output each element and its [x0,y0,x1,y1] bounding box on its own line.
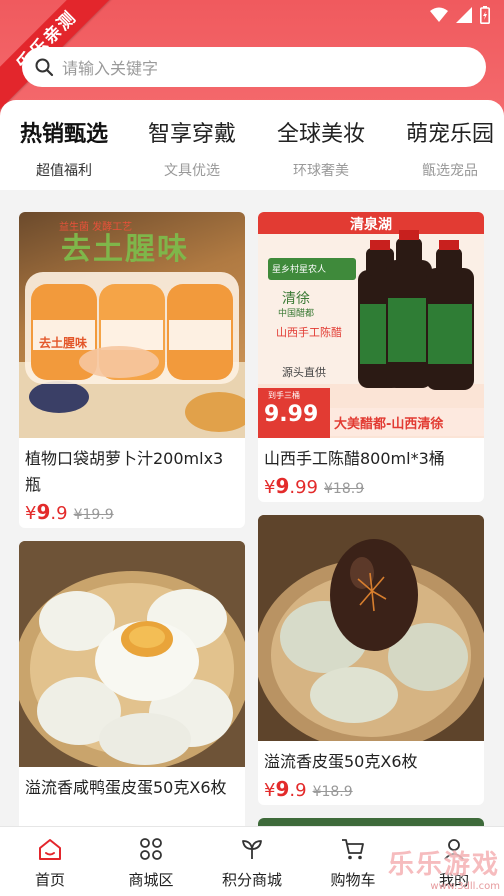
image-tag-2: 源头直供 [282,366,326,379]
current-price: ¥9.99 [264,474,319,498]
original-price: ¥18.9 [312,784,353,800]
product-name: 山西手工陈醋800ml*3桶 [264,449,445,468]
product-image: 益生菌 发酵工艺 去土腥味 去土腥味 [19,212,245,438]
wifi-icon [430,7,448,22]
sprout-icon [242,840,262,859]
category-tabs: 热销甄选 超值福利 智享穿戴 文具优选 全球美妆 环球奢美 萌宠乐园 甑选宠品 [0,100,504,190]
image-brand: 清泉湖 [350,217,392,233]
product-image: 清泉湖 星乡村星农人 清徐 中国醋都 山西手工陈醋 源头直供 到手三桶 9.99… [258,212,484,438]
bottle-label: 去土腥味 [39,336,88,350]
category-subtitle: 环球奢美 [293,163,349,179]
category-subtitle: 文具优选 [164,163,220,179]
category-subtitle: 甑选宠品 [422,163,478,179]
cart-icon [342,839,364,860]
home-icon [39,839,61,860]
tab-label: 首页 [34,871,65,889]
image-headline: 去土腥味 [61,232,189,267]
product-name: 溢流香咸鸭蛋皮蛋50克X6枚 [25,778,227,797]
category-subtitle: 超值福利 [36,163,92,179]
category-tab-beauty[interactable]: 全球美妆 环球奢美 [277,116,365,180]
current-price: ¥9.9 [25,500,68,524]
category-title: 全球美妆 [277,122,366,147]
product-price: ¥9.9 ¥19.9 [25,500,114,524]
tab-home[interactable]: 首页 [0,837,100,890]
product-card[interactable]: 溢流香皮蛋50克X6枚 ¥9.9 ¥18.9 [258,515,484,805]
product-card[interactable]: 益生菌 发酵工艺 去土腥味 去土腥味 植物口袋胡萝卜汁200mlx3瓶 ¥9.9… [19,212,245,528]
tab-label: 商城区 [128,871,174,889]
category-title: 萌宠乐园 [406,122,495,147]
badge-price: 9.99 [264,402,319,427]
grid-icon [140,838,162,860]
search-placeholder: 请输入关键字 [62,59,159,78]
tab-points-mall[interactable]: 积分商城 [202,837,302,890]
duck-egg-illustration [19,541,245,767]
category-title: 智享穿戴 [148,122,237,147]
badge-top: 到手三桶 [268,391,300,400]
image-label: 山西手工陈醋 [276,326,342,339]
search-input[interactable]: 请输入关键字 [22,47,486,87]
battery-icon [480,6,490,24]
product-card[interactable]: 溢流香咸鸭蛋皮蛋50克X6枚 [19,541,245,841]
status-bar [430,6,490,24]
search-icon [35,58,54,77]
product-price: ¥9.9 ¥18.9 [264,777,353,801]
signal-icon [456,7,472,23]
current-price: ¥9.9 [264,777,307,801]
image-slogan: 大美醋都-山西清徐 [334,417,444,432]
category-tab-hot[interactable]: 热销甄选 超值福利 [20,116,108,180]
product-name: 植物口袋胡萝卜汁200mlx3瓶 [25,449,224,494]
bottom-tab-bar: 首页 商城区 积分商城 购物车 我的 乐乐游戏 www.3dll.com [0,826,504,896]
original-price: ¥18.9 [324,481,365,497]
category-tab-pets[interactable]: 萌宠乐园 甑选宠品 [406,116,494,180]
category-tab-wearables[interactable]: 智享穿戴 文具优选 [148,116,236,180]
image-place: 清徐 [282,291,310,307]
tab-mall[interactable]: 商城区 [101,837,201,890]
product-image [19,541,245,767]
watermark-url: www.3dll.com [430,881,500,892]
image-tag: 星乡村星农人 [272,265,327,275]
image-sub: 中国醋都 [278,309,315,319]
century-egg-illustration [258,515,484,741]
watermark: 乐乐游戏 www.3dll.com [388,844,500,892]
tab-label: 积分商城 [221,871,282,889]
category-title: 热销甄选 [20,122,109,147]
original-price: ¥19.9 [73,507,114,523]
product-name: 溢流香皮蛋50克X6枚 [264,752,418,771]
watermark-text: 乐乐游戏 [387,850,500,880]
product-card[interactable]: 清泉湖 星乡村星农人 清徐 中国醋都 山西手工陈醋 源头直供 到手三桶 9.99… [258,212,484,502]
product-image [258,515,484,741]
product-price: ¥9.99 ¥18.9 [264,474,364,498]
